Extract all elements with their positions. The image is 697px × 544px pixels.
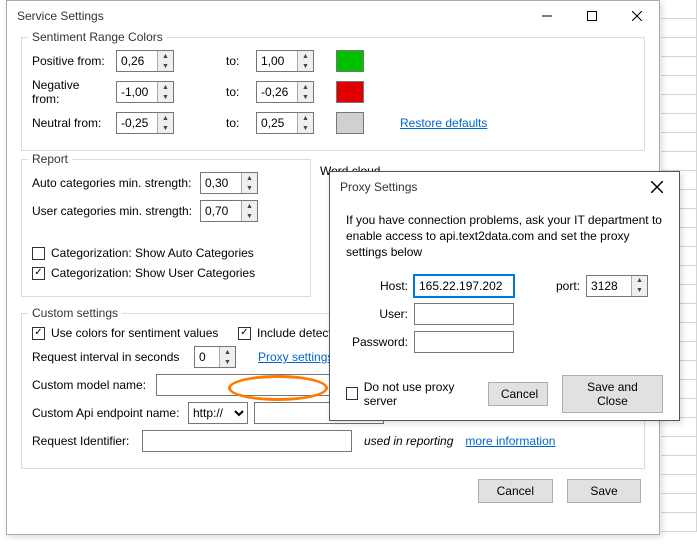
api-protocol-select[interactable]: http://	[188, 402, 248, 424]
show-user-label: Categorization: Show User Categories	[51, 266, 255, 280]
positive-to-spin[interactable]: ▲▼	[256, 50, 314, 72]
proxy-close-button[interactable]	[634, 172, 679, 202]
proxy-port-spin[interactable]: ▲▼	[586, 275, 648, 297]
custom-legend: Custom settings	[28, 306, 122, 320]
cancel-button[interactable]: Cancel	[478, 479, 553, 503]
report-legend: Report	[28, 152, 72, 166]
maximize-button[interactable]	[569, 1, 614, 31]
proxy-password-input[interactable]	[414, 331, 514, 353]
request-id-note: used in reporting	[364, 434, 453, 448]
request-id-input[interactable]	[142, 430, 352, 452]
auto-strength-label: Auto categories min. strength:	[32, 176, 194, 190]
proxy-settings-dialog: Proxy Settings If you have connection pr…	[329, 171, 680, 421]
use-colors-checkbox[interactable]: ✓Use colors for sentiment values	[32, 326, 232, 340]
proxy-help-text: If you have connection problems, ask you…	[346, 212, 663, 261]
no-proxy-label: Do not use proxy server	[364, 380, 476, 408]
auto-strength-spin[interactable]: ▲▼	[200, 172, 258, 194]
save-button[interactable]: Save	[567, 479, 641, 503]
proxy-cancel-button[interactable]: Cancel	[488, 382, 548, 406]
show-auto-checkbox[interactable]: Categorization: Show Auto Categories	[32, 246, 254, 260]
positive-to-label: to:	[226, 54, 250, 68]
sentiment-legend: Sentiment Range Colors	[28, 30, 167, 44]
model-name-label: Custom model name:	[32, 378, 150, 392]
proxy-user-input[interactable]	[414, 303, 514, 325]
positive-from-spin[interactable]: ▲▼	[116, 50, 174, 72]
negative-from-label: Negative from:	[32, 78, 110, 106]
sentiment-group: Sentiment Range Colors Positive from: ▲▼…	[21, 37, 645, 151]
proxy-save-button[interactable]: Save and Close	[562, 375, 663, 413]
proxy-settings-link[interactable]: Proxy settings	[258, 350, 333, 364]
close-button[interactable]	[614, 1, 659, 31]
user-strength-spin[interactable]: ▲▼	[200, 200, 258, 222]
report-group: Report Auto categories min. strength: ▲▼…	[21, 159, 311, 297]
proxy-port-label: port:	[556, 279, 580, 293]
negative-color-swatch[interactable]	[336, 81, 364, 103]
no-proxy-checkbox[interactable]: Do not use proxy server	[346, 380, 476, 408]
proxy-host-input[interactable]	[414, 275, 514, 297]
more-info-link[interactable]: more information	[465, 434, 555, 448]
titlebar: Service Settings	[7, 1, 659, 31]
neutral-from-spin[interactable]: ▲▼	[116, 112, 174, 134]
show-auto-label: Categorization: Show Auto Categories	[51, 246, 254, 260]
neutral-to-spin[interactable]: ▲▼	[256, 112, 314, 134]
positive-color-swatch[interactable]	[336, 50, 364, 72]
negative-from-spin[interactable]: ▲▼	[116, 81, 174, 103]
positive-from-label: Positive from:	[32, 54, 110, 68]
window-title: Service Settings	[17, 9, 524, 23]
request-id-label: Request Identifier:	[32, 434, 136, 448]
negative-to-label: to:	[226, 85, 250, 99]
proxy-title: Proxy Settings	[340, 180, 634, 194]
minimize-button[interactable]	[524, 1, 569, 31]
neutral-to-label: to:	[226, 116, 250, 130]
proxy-host-label: Host:	[346, 279, 408, 293]
proxy-user-label: User:	[346, 307, 408, 321]
proxy-titlebar: Proxy Settings	[330, 172, 679, 202]
user-strength-label: User categories min. strength:	[32, 204, 194, 218]
neutral-color-swatch[interactable]	[336, 112, 364, 134]
negative-to-spin[interactable]: ▲▼	[256, 81, 314, 103]
interval-spin[interactable]: ▲▼	[194, 346, 236, 368]
show-user-checkbox[interactable]: ✓Categorization: Show User Categories	[32, 266, 255, 280]
proxy-password-label: Password:	[346, 335, 408, 349]
interval-label: Request interval in seconds	[32, 350, 188, 364]
restore-defaults-link[interactable]: Restore defaults	[400, 116, 487, 130]
use-colors-label: Use colors for sentiment values	[51, 326, 218, 340]
api-endpoint-label: Custom Api endpoint name:	[32, 406, 182, 420]
neutral-from-label: Neutral from:	[32, 116, 110, 130]
